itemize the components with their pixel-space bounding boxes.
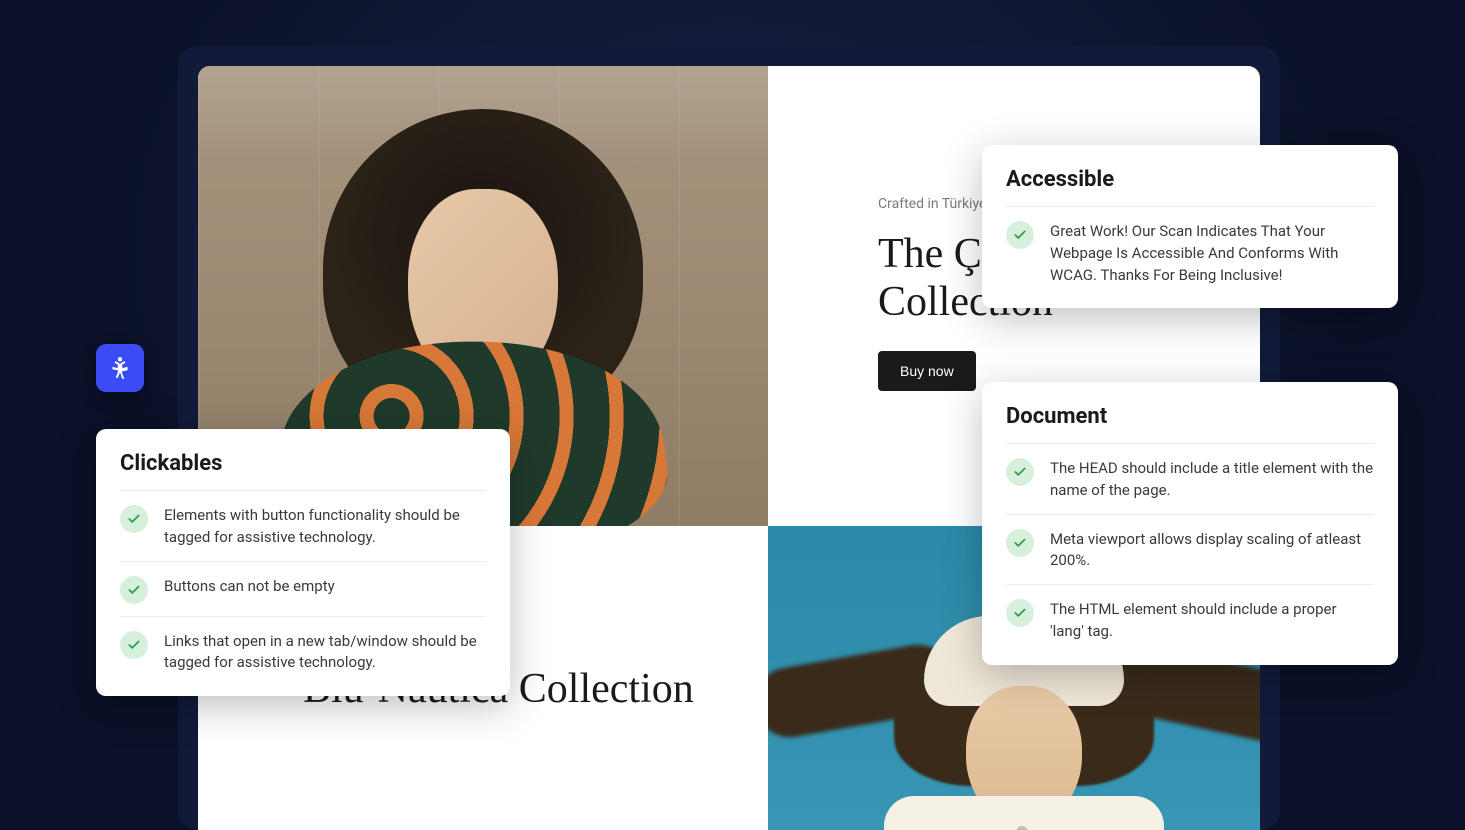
card-clickables: Clickables Elements with button function… xyxy=(96,429,510,696)
list-item: The HTML element should include a proper… xyxy=(1006,584,1374,655)
check-icon xyxy=(1006,599,1034,627)
check-icon xyxy=(120,631,148,659)
check-icon xyxy=(1006,458,1034,486)
list-item: Great Work! Our Scan Indicates That Your… xyxy=(1006,206,1374,298)
card-document: Document The HEAD should include a title… xyxy=(982,382,1398,665)
check-icon xyxy=(1006,529,1034,557)
accessibility-widget-button[interactable] xyxy=(96,344,144,392)
check-icon xyxy=(120,576,148,604)
item-text: Elements with button functionality shoul… xyxy=(164,503,486,549)
card-title: Document xyxy=(1006,404,1374,429)
card-accessible: Accessible Great Work! Our Scan Indicate… xyxy=(982,145,1398,308)
item-text: Meta viewport allows display scaling of … xyxy=(1050,527,1374,573)
item-text: Great Work! Our Scan Indicates That Your… xyxy=(1050,219,1374,286)
buy-now-button[interactable]: Buy now xyxy=(878,351,976,391)
list-item: The HEAD should include a title element … xyxy=(1006,443,1374,514)
list-item: Links that open in a new tab/window shou… xyxy=(120,616,486,687)
item-text: Buttons can not be empty xyxy=(164,574,335,598)
item-text: The HTML element should include a proper… xyxy=(1050,597,1374,643)
list-item: Elements with button functionality shoul… xyxy=(120,490,486,561)
accessibility-icon xyxy=(107,355,133,381)
card-title: Accessible xyxy=(1006,167,1374,192)
check-icon xyxy=(1006,221,1034,249)
item-text: The HEAD should include a title element … xyxy=(1050,456,1374,502)
card-title: Clickables xyxy=(120,451,486,476)
item-text: Links that open in a new tab/window shou… xyxy=(164,629,486,675)
check-icon xyxy=(120,505,148,533)
list-item: Buttons can not be empty xyxy=(120,561,486,616)
list-item: Meta viewport allows display scaling of … xyxy=(1006,514,1374,585)
